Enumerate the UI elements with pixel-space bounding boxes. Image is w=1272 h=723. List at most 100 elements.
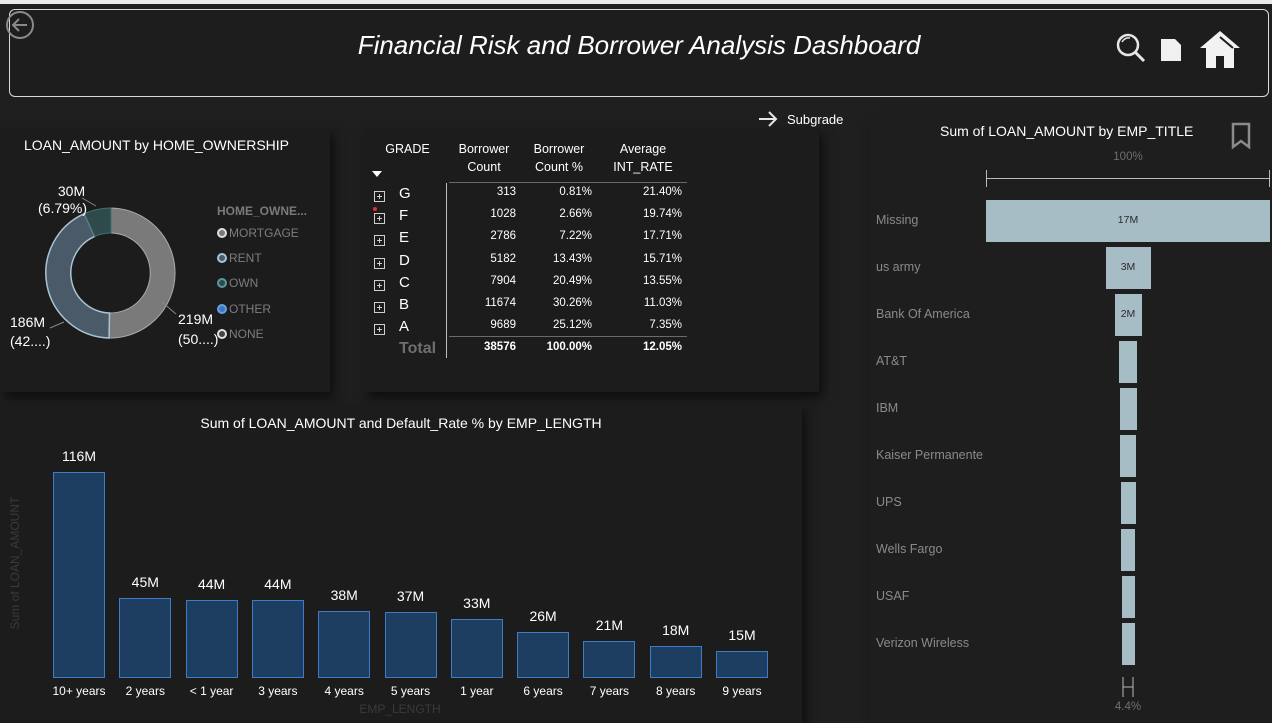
bar-value-label: 44M <box>197 575 226 592</box>
emp-title-bar[interactable] <box>1121 623 1135 665</box>
int-rate-cell: 21.40% <box>642 186 682 198</box>
borrower-pct-cell: 25.12% <box>552 319 592 332</box>
emp-title-chart-title: Sum of LOAN_AMOUNT by EMP_TITLE <box>940 123 1194 139</box>
legend-label-mortgage: MORTGAGE <box>229 226 299 240</box>
emp-length-bar[interactable] <box>517 631 570 678</box>
bar-category-label: 2 years <box>125 684 165 698</box>
legend-item-own[interactable]: OWN <box>217 276 258 290</box>
drill-subgrade-label[interactable]: Subgrade <box>787 112 843 127</box>
none-dot-icon <box>217 329 227 339</box>
legend-label-rent: RENT <box>229 251 262 265</box>
bar-chart-title: Sum of LOAN_AMOUNT and Default_Rate % by… <box>200 415 602 431</box>
borrower-count-cell: 5182 <box>490 252 516 265</box>
emp-length-bar[interactable] <box>185 599 238 678</box>
total-rate-cell: 12.05% <box>642 341 682 353</box>
bar-value-label: 33M <box>463 595 491 612</box>
legend-item-other[interactable]: OTHER <box>217 302 271 316</box>
document-icon[interactable] <box>1159 37 1183 63</box>
home-icon[interactable] <box>1197 28 1243 70</box>
donut-title: LOAN_AMOUNT by HOME_OWNERSHIP <box>24 137 290 153</box>
expand-icon[interactable] <box>374 235 385 247</box>
emp-title-bar[interactable] <box>1120 435 1136 477</box>
borrower-count-cell: 7904 <box>490 274 516 287</box>
emp-length-bar[interactable] <box>53 472 105 678</box>
expand-icon[interactable] <box>374 213 385 225</box>
borrower-count-cell: 11674 <box>484 297 516 309</box>
col-header-grade[interactable]: GRADE <box>380 140 435 158</box>
bar-category-label: 7 years <box>589 684 630 698</box>
emp-title-bar[interactable] <box>1121 529 1135 571</box>
emp-title-label: Missing <box>876 213 919 227</box>
emp-length-bar[interactable] <box>251 599 304 678</box>
emp-title-label: Kaiser Permanente <box>876 448 984 462</box>
emp-length-bar[interactable] <box>716 651 768 678</box>
emp-title-label: UPS <box>876 495 902 509</box>
borrower-pct-cell: 2.66% <box>559 208 592 221</box>
funnel-bottom-pct: 4.4% <box>1114 701 1142 713</box>
mortgage-leader-line <box>161 301 177 315</box>
donut-label-rent-value: 186M <box>10 314 46 330</box>
emp-title-bar[interactable] <box>1119 388 1137 430</box>
expand-icon[interactable] <box>374 279 385 291</box>
bar-category-label: 8 years <box>656 684 696 698</box>
emp-length-bar[interactable] <box>583 640 636 678</box>
expand-icon[interactable] <box>374 324 385 336</box>
expand-icon[interactable] <box>374 191 385 202</box>
total-count-cell: 38576 <box>484 341 516 353</box>
emp-length-bar[interactable] <box>318 610 371 678</box>
borrower-count-cell: 2786 <box>490 230 516 243</box>
own-dot-icon <box>217 278 227 288</box>
emp-title-label: IBM <box>876 401 899 415</box>
bar-value-label: 18M <box>662 622 690 639</box>
borrower-pct-cell: 30.26% <box>552 297 592 309</box>
borrower-pct-cell: 0.81% <box>559 186 592 198</box>
search-icon[interactable] <box>1115 32 1147 64</box>
col-header-borrower-count-pct[interactable]: Borrower Count % <box>526 140 592 176</box>
emp-title-bar-label: 3M <box>1120 261 1136 273</box>
bar-value-label: 21M <box>595 616 623 633</box>
rent-leader-line <box>49 321 65 329</box>
legend-item-rent[interactable]: RENT <box>217 251 262 265</box>
int-rate-cell: 13.55% <box>642 274 682 287</box>
expand-icon[interactable] <box>374 302 385 313</box>
mortgage-dot-icon <box>217 228 227 238</box>
int-rate-cell: 15.71% <box>642 252 682 265</box>
legend-item-mortgage[interactable]: MORTGAGE <box>217 226 299 240</box>
col-header-borrower-count[interactable]: Borrower Count <box>451 140 517 176</box>
int-rate-cell: 11.03% <box>643 297 682 309</box>
funnel-bottom-scale <box>1122 677 1134 697</box>
emp-length-bar[interactable] <box>384 612 437 678</box>
window-top-strip <box>0 0 1272 4</box>
int-rate-cell: 7.35% <box>649 319 682 332</box>
int-rate-cell: 19.74% <box>642 208 682 221</box>
emp-title-bar[interactable] <box>1121 576 1135 618</box>
expand-icon[interactable] <box>374 257 385 269</box>
donut-label-mortgage-value: 219M <box>178 311 214 327</box>
dashboard-header: Financial Risk and Borrower Analysis Das… <box>9 9 1269 97</box>
emp-length-bar[interactable] <box>119 598 172 678</box>
borrower-pct-cell: 20.49% <box>552 274 592 287</box>
table-divider <box>446 183 447 358</box>
legend-label-none: NONE <box>229 327 264 341</box>
grade-label: G <box>399 185 411 202</box>
drill-arrow-icon[interactable] <box>757 109 779 129</box>
grade-label: D <box>399 251 410 269</box>
total-label: Total <box>399 340 437 357</box>
emp-length-bar[interactable] <box>450 619 503 678</box>
legend-item-none[interactable]: NONE <box>217 327 264 341</box>
bookmark-icon[interactable] <box>1230 122 1252 150</box>
grade-label: F <box>399 207 409 225</box>
back-arrow-icon[interactable] <box>5 10 35 40</box>
bar-value-label: 116M <box>62 448 96 464</box>
int-rate-cell: 17.71% <box>642 230 682 243</box>
bar-value-label: 38M <box>330 586 358 603</box>
legend-label-own: OWN <box>229 276 259 290</box>
legend-label-other: OTHER <box>229 302 271 316</box>
sort-down-icon[interactable] <box>372 171 382 179</box>
donut-label-rent-pct: (42....) <box>10 333 51 349</box>
emp-length-bar[interactable] <box>649 646 702 678</box>
col-header-avg-int-rate[interactable]: Average INT_RATE <box>606 140 680 176</box>
emp-title-bar-label: 17M <box>1117 214 1139 226</box>
emp-title-bar[interactable] <box>1119 341 1137 383</box>
emp-title-bar[interactable] <box>1120 482 1136 524</box>
